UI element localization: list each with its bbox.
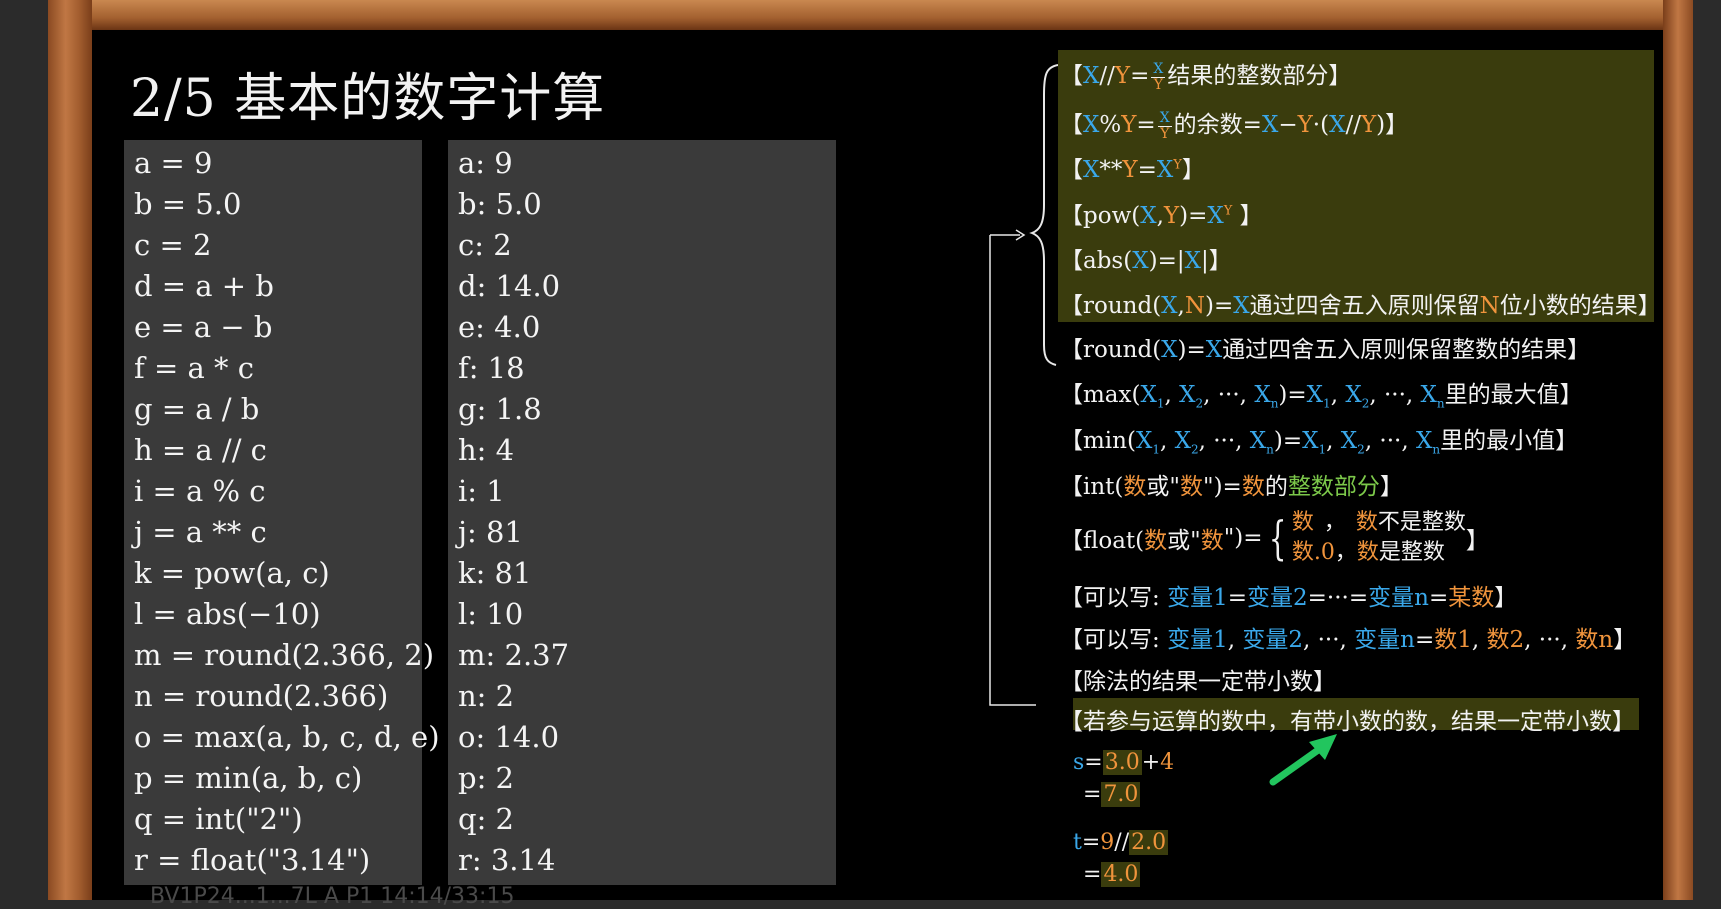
example-s-result: =7.0 (1083, 782, 1141, 807)
example-t: t=9//2.0 (1073, 830, 1169, 855)
output-line: b: 5.0 (458, 187, 542, 221)
rule-multi-assign: 【可以写: 变量1, 变量2, ···, 变量n=数1, 数2, ···, 数n… (1060, 627, 1637, 653)
output-line: g: 1.8 (458, 392, 542, 426)
output-line: d: 14.0 (458, 269, 561, 303)
output-line: p: 2 (458, 761, 515, 795)
code-line: c = 2 (134, 228, 212, 262)
code-line: i = a % c (134, 474, 266, 508)
output-line: h: 4 (458, 433, 515, 467)
rule-floor-division: 【X//Y= X Y 结果的整数部分】 (1060, 60, 1352, 93)
green-arrow-icon (1269, 734, 1337, 786)
code-line: r = float("3.14") (134, 843, 371, 877)
rule-mixed-operands: 【若参与运算的数中，有带小数的数，结果一定带小数】 (1060, 709, 1635, 735)
chalkboard-frame-left (48, 0, 92, 900)
slide-title: 2/5 基本的数字计算 (130, 69, 606, 129)
output-line: f: 18 (458, 351, 525, 385)
example-s: s=3.0+4 (1073, 750, 1175, 775)
output-line: e: 4.0 (458, 310, 541, 344)
output-line: i: 1 (458, 474, 505, 508)
code-line: p = min(a, b, c) (134, 761, 363, 795)
output-line: q: 2 (458, 802, 515, 836)
code-line: a = 9 (134, 146, 213, 180)
output-line: c: 2 (458, 228, 512, 262)
rules-bracket (989, 64, 1059, 706)
output-line: k: 81 (458, 556, 532, 590)
output-panel: a: 9 b: 5.0 c: 2 d: 14.0 e: 4.0 f: 18 g: 1.8 h:… (448, 140, 836, 885)
rule-modulo: 【X%Y= X Y 的余数=X−Y·(X//Y)】 (1060, 109, 1409, 142)
code-line: d = a + b (134, 269, 274, 303)
rule-max: 【max(X1, X2, ···, Xn)=X1, X2, ···, Xn里的最… (1060, 382, 1583, 411)
code-line: e = a − b (134, 310, 273, 344)
output-line: j: 81 (458, 515, 523, 549)
code-line: h = a // c (134, 433, 267, 467)
code-line: o = max(a, b, c, d, e) (134, 720, 440, 754)
output-line: o: 14.0 (458, 720, 560, 754)
code-panel: a = 9 b = 5.0 c = 2 d = a + b e = a − b f = a… (124, 140, 440, 885)
rule-float: 【float(数或"数")={数，数不是整数 数.0，数是整数】 (1060, 508, 1489, 568)
chalkboard-frame-right (1663, 0, 1693, 900)
rule-int: 【int(数或"数")=数的整数部分】 (1060, 474, 1403, 500)
rule-min: 【min(X1, X2, ···, Xn)=X1, X2, ···, Xn里的最… (1060, 428, 1579, 457)
fraction: XY (1151, 60, 1166, 93)
output-line: l: 10 (458, 597, 524, 631)
float-cases: 数，数不是整数 数.0，数是整数 (1291, 510, 1466, 565)
code-line: m = round(2.366, 2) (134, 638, 435, 672)
rule-abs: 【abs(X)=|X|】 (1060, 248, 1232, 274)
code-line: q = int("2") (134, 802, 303, 836)
code-line: g = a / b (134, 392, 260, 426)
cases-brace: { (1268, 511, 1286, 565)
output-line: m: 2.37 (458, 638, 570, 672)
rule-power: 【X**Y=XY】 (1060, 157, 1205, 183)
code-line: n = round(2.366) (134, 679, 389, 713)
code-line: j = a ** c (134, 515, 267, 549)
video-watermark: BV1P24...1...7L A P1 14:14/33:15 (150, 884, 515, 909)
rule-division: 【除法的结果一定带小数】 (1060, 669, 1336, 695)
rule-pow: 【pow(X,Y)=XY 】 (1060, 203, 1263, 229)
rule-chain-assign: 【可以写: 变量1=变量2=···=变量n=某数】 (1060, 585, 1518, 611)
code-line: k = pow(a, c) (134, 556, 330, 590)
chalkboard-frame-top (48, 0, 1693, 30)
example-t-result: =4.0 (1083, 862, 1141, 887)
output-line: a: 9 (458, 146, 513, 180)
rule-round-n: 【round(X,N)=X通过四舍五入原则保留N位小数的结果】 (1060, 293, 1661, 319)
code-line: l = abs(−10) (134, 597, 321, 631)
rule-round: 【round(X)=X通过四舍五入原则保留整数的结果】 (1060, 337, 1591, 363)
fraction: XY (1157, 109, 1172, 142)
output-line: r: 3.14 (458, 843, 556, 877)
output-line: n: 2 (458, 679, 515, 713)
code-line: f = a * c (134, 351, 254, 385)
code-line: b = 5.0 (134, 187, 242, 221)
